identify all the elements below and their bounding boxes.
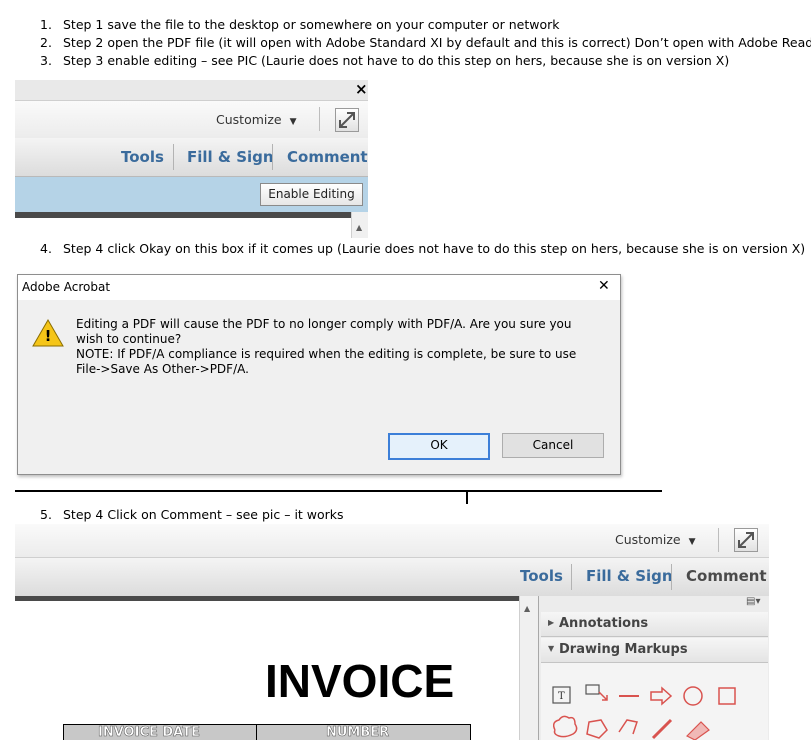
text-callout-icon[interactable] <box>585 684 608 701</box>
tab-divider <box>173 144 174 170</box>
invoice-title: INVOICE <box>265 655 455 707</box>
dialog-title: Adobe Acrobat <box>22 280 111 294</box>
rectangle-icon[interactable] <box>718 687 736 705</box>
expand-button[interactable] <box>734 528 758 552</box>
expand-icon <box>339 112 355 128</box>
step-number: 4. <box>40 241 52 256</box>
step-text: Step 1 save the file to the desktop or s… <box>63 17 560 32</box>
table-header-divider <box>256 725 257 740</box>
close-icon[interactable]: × <box>355 80 368 98</box>
tab-divider <box>272 144 273 170</box>
window-header-bar <box>15 80 368 101</box>
step-text: Step 4 click Okay on this box if it come… <box>63 241 806 256</box>
step-number: 3. <box>40 53 52 68</box>
tab-comment[interactable]: Comment <box>287 148 368 166</box>
enable-editing-screenshot: × Customize ▼ Tools Fill & Sign Comment E… <box>15 80 368 238</box>
cancel-button[interactable]: Cancel <box>502 433 604 458</box>
dialog-message: Editing a PDF will cause the PDF to no l… <box>76 317 596 377</box>
cloud-icon[interactable] <box>552 715 578 738</box>
tab-divider <box>571 564 572 590</box>
collapse-down-icon: ▼ <box>548 644 555 653</box>
customize-dropdown[interactable]: Customize ▼ <box>615 532 696 547</box>
text-box-icon[interactable]: T <box>552 686 571 704</box>
customize-label: Customize <box>216 112 282 127</box>
panel-options-icon[interactable]: ▤▾ <box>746 596 760 607</box>
step-text: Step 4 Click on Comment – see pic – it w… <box>63 507 344 522</box>
expand-icon <box>738 532 754 548</box>
tab-fill-sign[interactable]: Fill & Sign <box>187 148 274 166</box>
scroll-up-icon[interactable]: ▲ <box>356 223 362 232</box>
expand-button[interactable] <box>335 108 359 132</box>
table-header-number: NUMBER <box>326 725 390 740</box>
table-header-invoice-date: INVOICE DATE <box>98 725 200 740</box>
drawing-markups-section[interactable]: ▼ Drawing Markups <box>541 638 768 663</box>
arrow-icon[interactable] <box>650 686 673 706</box>
annotations-section[interactable]: ▶ Annotations <box>541 612 768 637</box>
toolbar-divider <box>319 107 320 131</box>
enable-editing-button[interactable]: Enable Editing <box>260 183 363 206</box>
scrollbar[interactable]: ▲ <box>519 596 538 740</box>
warning-mark: ! <box>44 327 52 345</box>
tab-tools[interactable]: Tools <box>520 567 563 585</box>
step-number: 2. <box>40 35 52 50</box>
warning-icon: ! <box>32 318 64 347</box>
chevron-down-icon: ▼ <box>688 537 696 547</box>
eraser-icon[interactable] <box>685 721 710 740</box>
tab-tools[interactable]: Tools <box>121 148 164 166</box>
dialog-titlebar: Adobe Acrobat <box>18 275 620 300</box>
step-number: 5. <box>40 507 52 522</box>
scroll-up-icon[interactable]: ▲ <box>524 604 530 613</box>
dialog-message-line: NOTE: If PDF/A compliance is required wh… <box>76 347 577 376</box>
step-number: 1. <box>40 17 52 32</box>
toolbar-divider <box>718 528 719 552</box>
expand-right-icon: ▶ <box>548 618 555 627</box>
page-rule <box>15 490 662 492</box>
annotations-label: Annotations <box>559 616 649 631</box>
close-icon[interactable]: ✕ <box>598 278 610 294</box>
pencil-icon[interactable] <box>651 718 673 740</box>
connected-lines-icon[interactable] <box>618 719 638 735</box>
tab-divider <box>671 564 672 590</box>
chevron-down-icon: ▼ <box>289 117 297 127</box>
tab-comment[interactable]: Comment <box>686 567 767 585</box>
customize-dropdown[interactable]: Customize ▼ <box>216 112 297 127</box>
customize-toolbar <box>15 101 368 139</box>
tab-fill-sign[interactable]: Fill & Sign <box>586 567 673 585</box>
customize-label: Customize <box>615 532 681 547</box>
acrobat-dialog: Adobe Acrobat ✕ ! Editing a PDF will cau… <box>17 274 621 475</box>
drawing-markups-label: Drawing Markups <box>559 642 688 657</box>
dialog-message-line: Editing a PDF will cause the PDF to no l… <box>76 317 572 346</box>
oval-icon[interactable] <box>683 686 703 706</box>
scrollbar[interactable]: ▲ <box>351 212 368 238</box>
invoice-table-header: INVOICE DATE NUMBER <box>63 724 471 740</box>
drawing-tools-icons: T <box>552 684 736 740</box>
svg-text:T: T <box>558 691 565 702</box>
polygon-icon[interactable] <box>586 719 608 739</box>
step-text: Step 2 open the PDF file (it will open w… <box>63 35 811 50</box>
document-area <box>15 218 351 238</box>
ok-button[interactable]: OK <box>388 433 490 460</box>
step-text: Step 3 enable editing – see PIC (Laurie … <box>63 53 730 68</box>
page-rule-tick <box>466 492 468 504</box>
